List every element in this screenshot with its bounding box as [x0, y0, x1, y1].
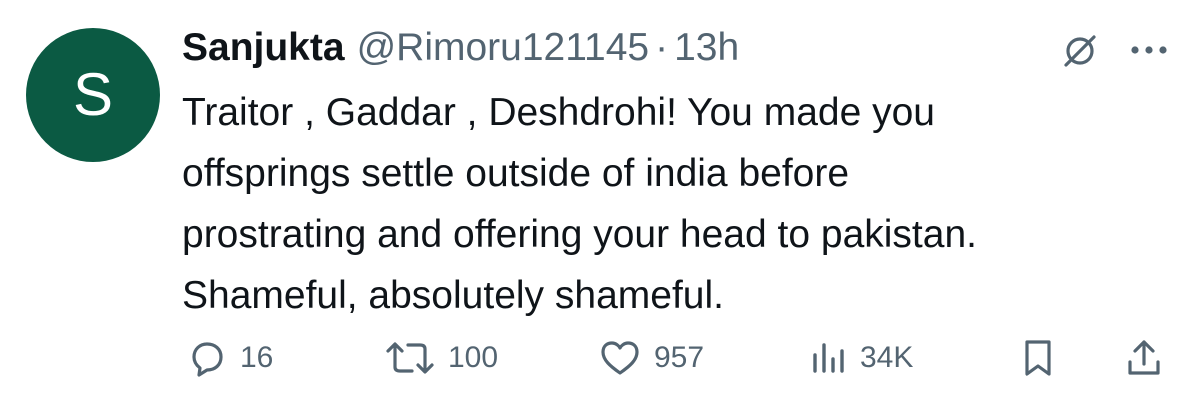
tweet-text-line: prostrating and offering your head to pa… [182, 213, 977, 256]
reply-button[interactable]: 16 [186, 330, 273, 386]
action-bar: 16 100 957 34K [0, 330, 1200, 386]
avatar[interactable]: S [26, 28, 160, 162]
tweet-text-line: Shameful, absolutely shameful. [182, 274, 724, 317]
like-icon [598, 337, 642, 379]
repost-button[interactable]: 100 [384, 330, 498, 386]
more-icon[interactable] [1127, 34, 1171, 66]
avatar-letter: S [72, 61, 114, 128]
bookmark-button[interactable] [1018, 330, 1058, 386]
views-button[interactable]: 34K [808, 330, 913, 386]
timestamp[interactable]: 13h [674, 22, 739, 74]
like-count: 957 [654, 341, 705, 374]
reply-count: 16 [240, 341, 274, 374]
like-button[interactable]: 957 [598, 330, 704, 386]
tweet-text-line: Traitor , Gaddar , Deshdrohi! You made y… [182, 91, 935, 134]
repost-count: 100 [448, 341, 499, 374]
separator-dot: · [655, 26, 669, 69]
tweet-text-line: offsprings settle outside of india befor… [182, 152, 850, 195]
share-button[interactable] [1122, 330, 1166, 386]
repost-icon [384, 337, 436, 379]
display-name[interactable]: Sanjukta [182, 22, 345, 74]
tweet[interactable]: S Sanjukta @Rimoru121145 · 13h Traitor ,… [0, 0, 1200, 416]
reply-icon [186, 337, 228, 379]
views-count: 34K [860, 341, 914, 374]
grok-icon[interactable] [1058, 29, 1102, 73]
tweet-text: Traitor , Gaddar , Deshdrohi! You made y… [182, 82, 1172, 326]
tweet-header: Sanjukta @Rimoru121145 · 13h [182, 22, 739, 74]
bookmark-icon [1018, 336, 1058, 380]
share-icon [1122, 336, 1166, 380]
user-handle[interactable]: @Rimoru121145 [357, 22, 650, 74]
views-icon [808, 337, 848, 379]
